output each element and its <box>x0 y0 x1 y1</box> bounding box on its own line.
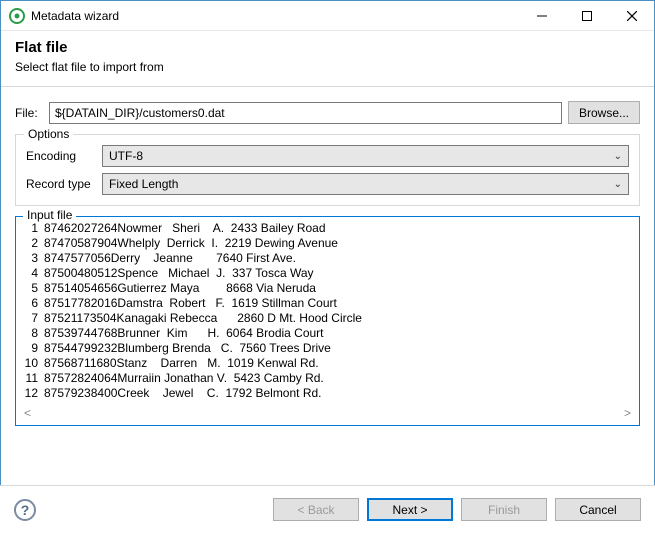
app-icon <box>9 8 25 24</box>
preview-line: 1087568711680Stanz Darren M. 1019 Kenwal… <box>22 356 633 371</box>
finish-button[interactable]: Finish <box>461 498 547 521</box>
titlebar: Metadata wizard <box>1 1 654 31</box>
back-button[interactable]: < Back <box>273 498 359 521</box>
options-legend: Options <box>24 127 73 141</box>
line-text: 87500480512Spence Michael J. 337 Tosca W… <box>44 266 314 281</box>
wizard-footer: ? < Back Next > Finish Cancel <box>0 485 655 533</box>
content-area: File: Browse... Options Encoding UTF-8 ⌄… <box>1 87 654 426</box>
line-number: 5 <box>22 281 44 296</box>
line-text: 87572824064Murraiin Jonathan V. 5423 Cam… <box>44 371 324 386</box>
line-text: 87521173504Kanagaki Rebecca 2860 D Mt. H… <box>44 311 362 326</box>
recordtype-value: Fixed Length <box>109 177 178 191</box>
encoding-label: Encoding <box>26 149 102 163</box>
help-icon[interactable]: ? <box>14 499 36 521</box>
chevron-down-icon: ⌄ <box>614 151 622 162</box>
page-title: Flat file <box>15 39 640 56</box>
next-button[interactable]: Next > <box>367 498 453 521</box>
line-text: 87514054656Gutierrez Maya 8668 Via Nerud… <box>44 281 316 296</box>
cancel-button[interactable]: Cancel <box>555 498 641 521</box>
preview-line: 38747577056Derry Jeanne 7640 First Ave. <box>22 251 633 266</box>
recordtype-label: Record type <box>26 177 102 191</box>
preview-line: 187462027264Nowmer Sheri A. 2433 Bailey … <box>22 221 633 236</box>
line-text: 87462027264Nowmer Sheri A. 2433 Bailey R… <box>44 221 326 236</box>
close-button[interactable] <box>609 1 654 30</box>
preview-line: 1187572824064Murraiin Jonathan V. 5423 C… <box>22 371 633 386</box>
inputfile-group: Input file 187462027264Nowmer Sheri A. 2… <box>15 216 640 426</box>
line-number: 8 <box>22 326 44 341</box>
line-number: 2 <box>22 236 44 251</box>
file-label: File: <box>15 106 43 120</box>
chevron-down-icon: ⌄ <box>614 179 622 190</box>
preview-line: 587514054656Gutierrez Maya 8668 Via Neru… <box>22 281 633 296</box>
line-number: 10 <box>22 356 44 371</box>
maximize-button[interactable] <box>564 1 609 30</box>
file-input[interactable] <box>49 102 562 124</box>
line-text: 87539744768Brunner Kim H. 6064 Brodia Co… <box>44 326 324 341</box>
line-text: 87517782016Damstra Robert F. 1619 Stillm… <box>44 296 337 311</box>
line-number: 12 <box>22 386 44 401</box>
page-subtitle: Select flat file to import from <box>15 60 640 74</box>
line-text: 87544799232Blumberg Brenda C. 7560 Trees… <box>44 341 331 356</box>
inputfile-legend: Input file <box>23 208 76 222</box>
file-row: File: Browse... <box>15 101 640 124</box>
encoding-select[interactable]: UTF-8 ⌄ <box>102 145 629 167</box>
browse-button[interactable]: Browse... <box>568 101 640 124</box>
line-number: 9 <box>22 341 44 356</box>
line-text: 8747577056Derry Jeanne 7640 First Ave. <box>44 251 296 266</box>
preview-line: 987544799232Blumberg Brenda C. 7560 Tree… <box>22 341 633 356</box>
encoding-value: UTF-8 <box>109 149 143 163</box>
line-text: 87568711680Stanz Darren M. 1019 Kenwal R… <box>44 356 319 371</box>
preview-line: 487500480512Spence Michael J. 337 Tosca … <box>22 266 633 281</box>
file-preview: 187462027264Nowmer Sheri A. 2433 Bailey … <box>15 216 640 426</box>
preview-line: 687517782016Damstra Robert F. 1619 Still… <box>22 296 633 311</box>
preview-line: 1287579238400Creek Jewel C. 1792 Belmont… <box>22 386 633 401</box>
preview-line: 787521173504Kanagaki Rebecca 2860 D Mt. … <box>22 311 633 326</box>
minimize-button[interactable] <box>519 1 564 30</box>
line-text: 87579238400Creek Jewel C. 1792 Belmont R… <box>44 386 322 401</box>
preview-body[interactable]: 187462027264Nowmer Sheri A. 2433 Bailey … <box>22 221 633 404</box>
window-title: Metadata wizard <box>31 9 519 23</box>
line-text: 87470587904Whelply Derrick I. 2219 Dewin… <box>44 236 338 251</box>
line-number: 6 <box>22 296 44 311</box>
scroll-left-icon[interactable]: < <box>24 406 31 420</box>
line-number: 7 <box>22 311 44 326</box>
wizard-header: Flat file Select flat file to import fro… <box>1 31 654 87</box>
horizontal-scrollbar[interactable]: < > <box>22 404 633 421</box>
line-number: 4 <box>22 266 44 281</box>
preview-line: 887539744768Brunner Kim H. 6064 Brodia C… <box>22 326 633 341</box>
scroll-right-icon[interactable]: > <box>624 406 631 420</box>
line-number: 1 <box>22 221 44 236</box>
preview-line: 287470587904Whelply Derrick I. 2219 Dewi… <box>22 236 633 251</box>
recordtype-select[interactable]: Fixed Length ⌄ <box>102 173 629 195</box>
options-group: Options Encoding UTF-8 ⌄ Record type Fix… <box>15 134 640 206</box>
line-number: 11 <box>22 371 44 386</box>
line-number: 3 <box>22 251 44 266</box>
